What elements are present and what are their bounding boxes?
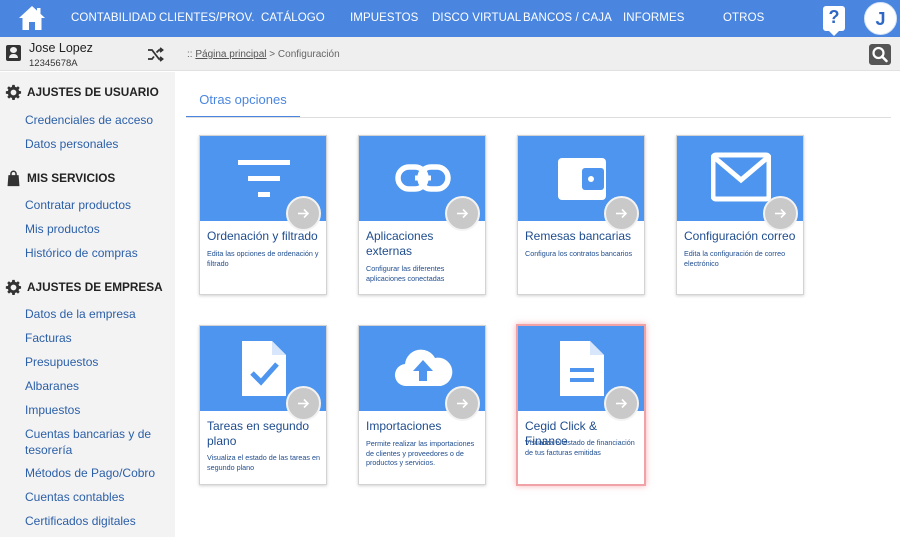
- nav-impuestos[interactable]: IMPUESTOS: [350, 0, 418, 37]
- bag-icon: [7, 170, 20, 186]
- nav-informes[interactable]: INFORMES: [623, 0, 685, 37]
- nav-bancos-caja[interactable]: BANCOS / CAJA: [523, 0, 612, 37]
- card-description: Edita las opciones de ordenación y filtr…: [207, 249, 319, 268]
- home-icon[interactable]: [18, 4, 46, 32]
- breadcrumb-separator: >: [269, 49, 276, 60]
- breadcrumb: :: Página principal > Configuración: [187, 49, 340, 60]
- user-name: Jose Lopez: [29, 41, 93, 55]
- switch-company-icon[interactable]: [147, 46, 164, 63]
- sidebar-item-facturas[interactable]: Facturas: [25, 331, 165, 347]
- user-id: 12345678A: [29, 58, 78, 69]
- nav-disco-virtual[interactable]: DISCO VIRTUAL: [432, 0, 521, 37]
- sidebar-item-contratar-productos[interactable]: Contratar productos: [25, 198, 165, 214]
- sidebar-item-datos-personales[interactable]: Datos personales: [25, 137, 165, 153]
- sidebar: AJUSTES DE USUARIO Credenciales de acces…: [0, 72, 175, 537]
- search-button[interactable]: [869, 44, 891, 65]
- breadcrumb-home-link[interactable]: Página principal: [195, 49, 266, 60]
- user-icon: [6, 45, 21, 61]
- card-description: Edita la configuración de correo electró…: [684, 249, 786, 268]
- gear-icon: [5, 84, 22, 100]
- tab-otras-opciones[interactable]: Otras opciones: [186, 86, 300, 118]
- section-ajustes-usuario: AJUSTES DE USUARIO: [5, 82, 159, 102]
- card-description: Configura los contratos bancarios: [525, 249, 633, 258]
- section-title: AJUSTES DE EMPRESA: [27, 280, 163, 294]
- section-mis-servicios: MIS SERVICIOS: [5, 168, 115, 188]
- avatar[interactable]: J: [864, 2, 897, 35]
- card-title: Ordenación y filtrado: [207, 229, 318, 243]
- cloud-upload-icon: [394, 349, 453, 387]
- sidebar-item-historico-compras[interactable]: Histórico de compras: [25, 246, 165, 262]
- sidebar-item-presupuestos[interactable]: Presupuestos: [25, 355, 165, 371]
- nav-contabilidad[interactable]: CONTABILIDAD: [71, 0, 156, 37]
- arrow-right-icon[interactable]: [286, 196, 321, 231]
- card-description: Visualiza el estado de financiación de t…: [525, 438, 635, 457]
- wallet-icon: [558, 158, 606, 200]
- card-description: Configurar las diferentes aplicaciones c…: [366, 264, 445, 283]
- link-icon: [395, 164, 451, 192]
- mail-icon: [711, 152, 771, 202]
- section-ajustes-empresa: AJUSTES DE EMPRESA: [5, 277, 163, 297]
- nav-catalogo[interactable]: CATÁLOGO: [261, 0, 325, 37]
- nav-clientes-prov[interactable]: CLIENTES/PROV.: [159, 0, 255, 37]
- arrow-right-icon[interactable]: [604, 196, 639, 231]
- arrow-right-icon[interactable]: [445, 196, 480, 231]
- card-aplicaciones-externas[interactable]: Aplicaciones externas Configurar las dif…: [358, 135, 486, 295]
- card-configuracion-correo[interactable]: Configuración correo Edita la configurac…: [676, 135, 804, 295]
- arrow-right-icon[interactable]: [763, 196, 798, 231]
- sidebar-item-impuestos[interactable]: Impuestos: [25, 403, 165, 419]
- card-title: Aplicaciones externas: [366, 229, 434, 258]
- card-title: Remesas bancarias: [525, 229, 632, 243]
- card-description: Permite realizar las importaciones de cl…: [366, 439, 475, 467]
- sidebar-item-datos-empresa[interactable]: Datos de la empresa: [25, 307, 165, 323]
- breadcrumb-prefix: ::: [187, 49, 193, 60]
- document-icon: [560, 341, 604, 396]
- arrow-right-icon[interactable]: [286, 386, 321, 421]
- card-remesas-bancarias[interactable]: Remesas bancarias Configura los contrato…: [517, 135, 645, 295]
- tab-divider: [186, 117, 891, 118]
- card-importaciones[interactable]: Importaciones Permite realizar las impor…: [358, 325, 486, 485]
- sidebar-item-mis-productos[interactable]: Mis productos: [25, 222, 165, 238]
- top-navbar: CONTABILIDAD CLIENTES/PROV. CATÁLOGO IMP…: [0, 0, 900, 37]
- section-title: AJUSTES DE USUARIO: [27, 85, 159, 99]
- card-title: Configuración correo: [684, 229, 796, 243]
- sidebar-item-albaranes[interactable]: Albaranes: [25, 379, 165, 395]
- filter-icon: [238, 160, 290, 197]
- card-title: Tareas en segundo plano: [207, 419, 310, 448]
- sidebar-item-credenciales[interactable]: Credenciales de acceso: [25, 113, 165, 129]
- sidebar-item-cuentas-contables[interactable]: Cuentas contables: [25, 490, 165, 506]
- arrow-right-icon[interactable]: [445, 386, 480, 421]
- card-title: Importaciones: [366, 419, 442, 433]
- card-tareas-segundo-plano[interactable]: Tareas en segundo plano Visualiza el est…: [199, 325, 327, 485]
- card-ordenacion-filtrado[interactable]: Ordenación y filtrado Edita las opciones…: [199, 135, 327, 295]
- sidebar-item-certificados[interactable]: Certificados digitales: [25, 514, 165, 530]
- sidebar-item-metodos-pago[interactable]: Métodos de Pago/Cobro: [25, 466, 165, 482]
- search-icon: [872, 46, 888, 63]
- card-cegid-click-finance[interactable]: Cegid Click & Finance Visualiza el estad…: [516, 324, 646, 486]
- breadcrumb-current: Configuración: [277, 49, 340, 60]
- user-bar: Jose Lopez 12345678A :: Página principal…: [0, 37, 900, 71]
- help-button[interactable]: ?: [823, 6, 845, 36]
- section-title: MIS SERVICIOS: [27, 171, 116, 185]
- nav-otros[interactable]: OTROS: [723, 0, 764, 37]
- arrow-right-icon[interactable]: [604, 386, 639, 421]
- sidebar-item-cuentas-bancarias[interactable]: Cuentas bancarias y de tesorería: [25, 427, 165, 458]
- document-check-icon: [242, 341, 286, 396]
- gear-icon: [5, 279, 22, 295]
- card-description: Visualiza el estado de las tareas en seg…: [207, 453, 320, 472]
